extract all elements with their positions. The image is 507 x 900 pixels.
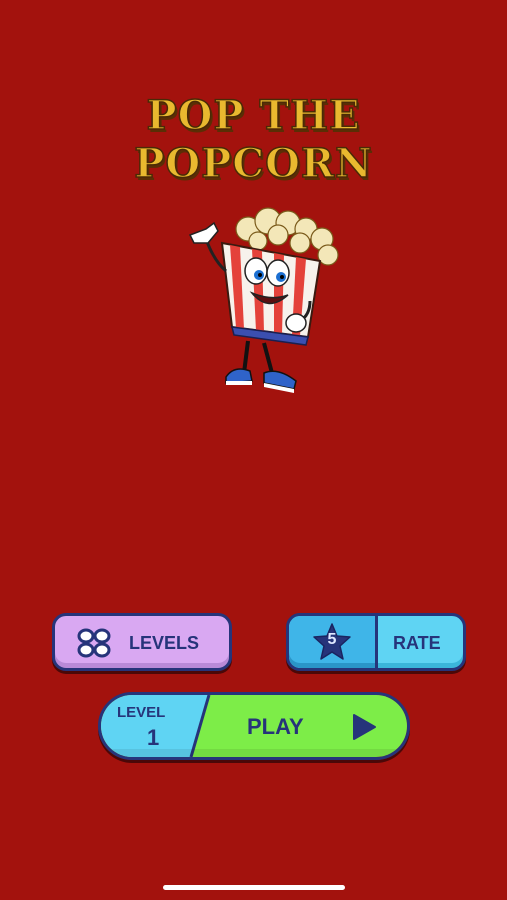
game-title-line-1: POP THE: [146, 91, 361, 140]
level-number: 1: [147, 725, 160, 750]
level-label: LEVEL: [117, 704, 166, 721]
levels-button[interactable]: LEVELS: [52, 613, 232, 671]
levels-button-label: LEVELS: [129, 633, 200, 653]
play-triangle-icon: [353, 714, 376, 740]
play-button[interactable]: LEVEL 1 PLAY: [98, 692, 410, 760]
game-title-line-2: POPCORN: [134, 139, 373, 188]
current-level-indicator: LEVEL 1: [101, 695, 201, 757]
play-button-label: PLAY: [247, 714, 304, 739]
rate-button-label: RATE: [393, 633, 441, 653]
four-circles-grid-icon: [77, 628, 111, 658]
main-menu-screen: POP THE POPCORN LEVELS 5 RATE LEVEL 1 PL…: [0, 0, 507, 900]
rate-star-number: 5: [327, 631, 337, 648]
rate-button[interactable]: 5 RATE: [286, 613, 466, 671]
home-indicator-bar[interactable]: [163, 885, 345, 890]
popcorn-mascot-image: [188, 207, 339, 393]
